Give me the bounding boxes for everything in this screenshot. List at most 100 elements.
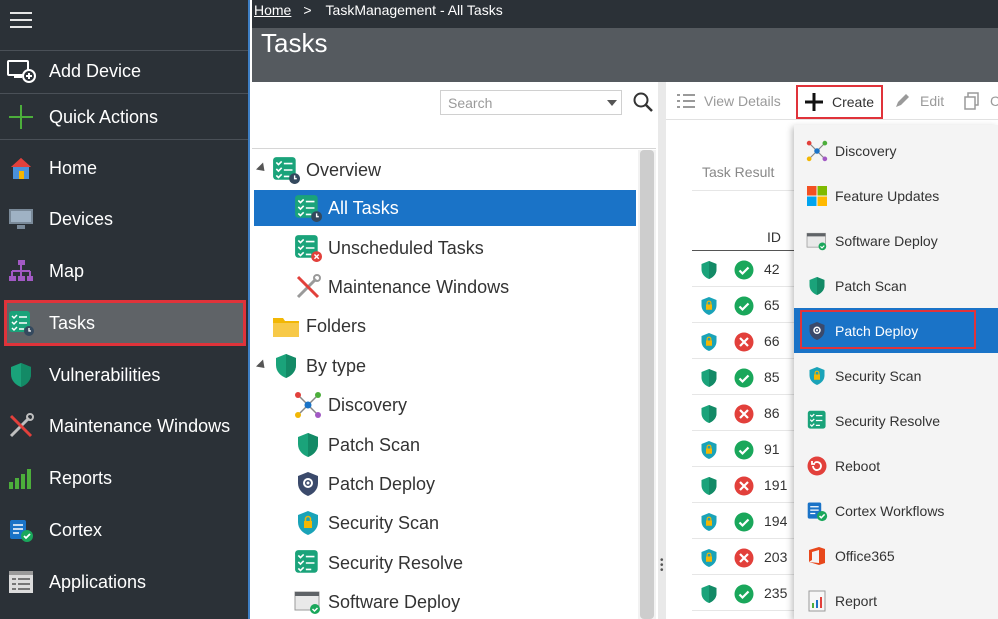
page-title: Tasks	[261, 28, 328, 58]
task-list-icon	[294, 194, 322, 222]
sidebar-item-label: Devices	[49, 208, 114, 229]
tree-scrollbar-thumb[interactable]	[640, 150, 654, 619]
shield-icon	[700, 368, 718, 388]
lock-shield-icon	[700, 440, 718, 460]
tree-node-patch-scan[interactable]: Patch Scan	[294, 427, 420, 463]
breadcrumb-current: TaskManagement - All Tasks	[325, 2, 503, 18]
table-row[interactable]: 66	[692, 323, 796, 359]
table-row[interactable]: 85	[692, 359, 796, 395]
sidebar-item-applications[interactable]: Applications	[0, 559, 248, 605]
task-id: 91	[764, 441, 780, 457]
table-row[interactable]: 235	[692, 575, 796, 611]
sidebar-item-label: Applications	[49, 571, 147, 592]
tree-node-maintenance-windows[interactable]: Maintenance Windows	[294, 269, 509, 305]
edit-button[interactable]: Edit	[892, 86, 944, 116]
menu-item-reboot[interactable]: Reboot	[794, 443, 998, 488]
table-row[interactable]: 203	[692, 539, 796, 575]
tree-node-security-resolve[interactable]: Security Resolve	[294, 545, 463, 581]
tree-node-security-scan[interactable]: Security Scan	[294, 505, 439, 541]
menu-item-software-deploy[interactable]: Software Deploy	[794, 218, 998, 263]
create-label: Create	[832, 94, 875, 110]
menu-item-cortex-workflows[interactable]: Cortex Workflows	[794, 488, 998, 533]
sidebar-item-home[interactable]: Home	[0, 145, 248, 191]
tree-node-by-type[interactable]: By type	[272, 348, 366, 384]
error-x-icon	[734, 404, 754, 424]
search-dropdown-icon[interactable]	[607, 100, 617, 106]
applications-icon	[6, 567, 36, 597]
search-input[interactable]: Search	[440, 90, 622, 115]
sidebar-item-vulnerabilities[interactable]: Vulnerabilities	[0, 352, 248, 398]
tree-node-label: Software Deploy	[328, 591, 461, 612]
shield-icon	[700, 404, 718, 424]
tree-node-label: Security Scan	[328, 512, 440, 533]
edit-label: Edit	[920, 93, 945, 109]
table-row[interactable]: 86	[692, 395, 796, 431]
tree-node-overview[interactable]: Overview	[272, 152, 632, 188]
tree-node-label: All Tasks	[328, 197, 399, 218]
search-placeholder: Search	[448, 95, 493, 111]
breadcrumb: Home > TaskManagement - All Tasks	[254, 2, 503, 18]
tab-task-result[interactable]: Task Result	[702, 164, 774, 180]
tree-node-label: Folders	[306, 315, 367, 336]
lock-shield-icon	[806, 365, 828, 387]
menu-item-label: Security Resolve	[835, 412, 941, 429]
view-details-button[interactable]: View Details	[676, 86, 781, 116]
task-id: 86	[764, 405, 780, 421]
table-row[interactable]: 191	[692, 467, 796, 503]
folder-icon	[272, 312, 300, 340]
create-button[interactable]: Create	[796, 85, 883, 119]
tree-node-discovery[interactable]: Discovery	[294, 387, 407, 423]
error-x-icon	[734, 548, 754, 568]
tree-node-software-deploy[interactable]: Software Deploy	[294, 584, 460, 619]
sidebar-item-quick-actions[interactable]: Quick Actions	[0, 94, 248, 140]
menu-item-label: Patch Scan	[835, 277, 907, 294]
table-row[interactable]: 91	[692, 431, 796, 467]
sidebar-item-add-device[interactable]: Add Device	[0, 48, 248, 94]
menu-item-discovery[interactable]: Discovery	[794, 128, 998, 173]
tree-node-unscheduled-tasks[interactable]: Unscheduled Tasks	[294, 230, 484, 266]
copy-label: C	[990, 93, 998, 109]
table-row[interactable]: 42	[692, 251, 796, 287]
sidebar-item-label: Maintenance Windows	[49, 415, 231, 436]
sidebar-item-maintenance-windows[interactable]: Maintenance Windows	[0, 403, 248, 449]
sidebar-item-tasks[interactable]: Tasks	[4, 300, 246, 346]
table-row[interactable]: 65	[692, 287, 796, 323]
pencil-icon	[892, 91, 912, 111]
sidebar-item-label: Reports	[49, 467, 113, 488]
tree-node-patch-deploy[interactable]: Patch Deploy	[294, 466, 435, 502]
tree-node-label: Patch Deploy	[328, 473, 436, 494]
table-row[interactable]: 194	[692, 503, 796, 539]
lock-shield-icon	[294, 509, 322, 537]
sidebar-item-reports[interactable]: Reports	[0, 455, 248, 501]
tree-node-label: Patch Scan	[328, 434, 421, 455]
copy-button[interactable]: C	[962, 86, 998, 116]
copy-icon	[962, 91, 982, 111]
menu-item-security-scan[interactable]: Security Scan	[794, 353, 998, 398]
tree-node-folders[interactable]: Folders	[272, 308, 366, 344]
menu-item-report[interactable]: Report	[794, 578, 998, 619]
shield-icon	[700, 584, 718, 604]
sidebar-item-map[interactable]: Map	[0, 248, 248, 294]
tab-divider	[692, 190, 796, 191]
discovery-icon	[294, 391, 322, 419]
sidebar-item-devices[interactable]: Devices	[0, 196, 248, 242]
breadcrumb-home-link[interactable]: Home	[254, 2, 291, 18]
menu-item-feature-updates[interactable]: Feature Updates	[794, 173, 998, 218]
menu-item-label: Security Scan	[835, 367, 922, 384]
list-icon	[676, 91, 696, 111]
tree-node-all-tasks[interactable]: All Tasks	[254, 190, 636, 226]
menu-item-office365[interactable]: Office365	[794, 533, 998, 578]
lock-shield-icon	[700, 548, 718, 568]
title-bar	[252, 28, 998, 82]
panel-splitter[interactable]: • • •	[658, 82, 666, 619]
column-header-id[interactable]: ID	[767, 229, 781, 245]
menu-item-security-resolve[interactable]: Security Resolve	[794, 398, 998, 443]
tools-icon	[294, 273, 322, 301]
sidebar-item-cortex[interactable]: Cortex	[0, 507, 248, 553]
shield-icon	[700, 260, 718, 280]
hamburger-menu-icon[interactable]	[10, 12, 32, 30]
menu-item-patch-scan[interactable]: Patch Scan	[794, 263, 998, 308]
sidebar-item-label: Vulnerabilities	[49, 364, 161, 385]
search-icon[interactable]	[632, 91, 654, 113]
error-x-icon	[734, 332, 754, 352]
